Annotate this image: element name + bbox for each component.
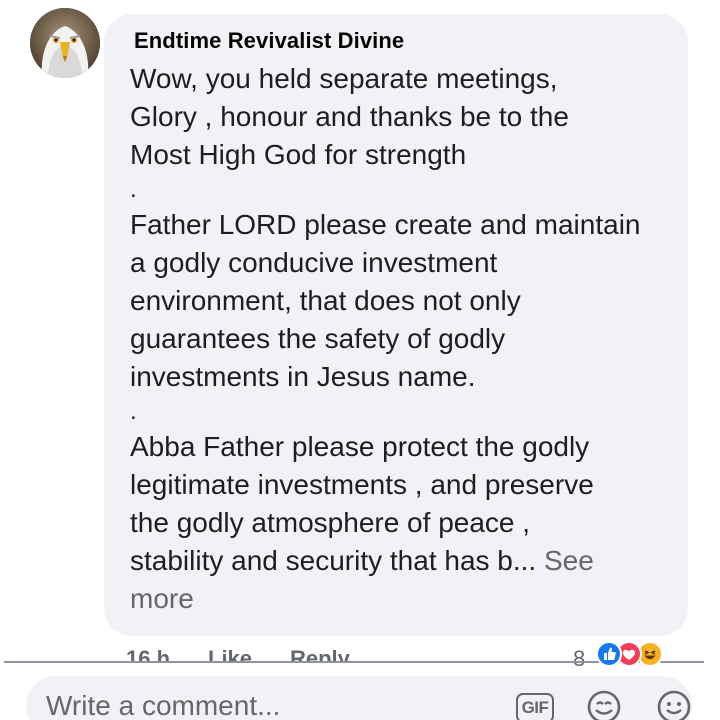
see-more-link[interactable]: See <box>544 545 594 576</box>
comment-paragraph-3: Abba Father please protect the godly leg… <box>130 428 674 618</box>
like-button[interactable]: Like <box>208 646 252 662</box>
like-reaction-icon[interactable] <box>596 641 622 667</box>
write-comment-input[interactable] <box>46 688 466 720</box>
emoji-icon[interactable] <box>656 689 692 720</box>
comment-composer: GIF <box>26 676 692 720</box>
comment-line: investments in Jesus name. <box>130 361 476 392</box>
comment-line: Glory , honour and thanks be to the <box>130 101 569 132</box>
comment-separator: . <box>130 398 137 425</box>
comment-line: Father LORD please create and maintain <box>130 209 641 240</box>
gif-icon[interactable]: GIF <box>516 693 554 720</box>
comment-line: the godly atmosphere of peace , <box>130 507 531 538</box>
comment-bubble: Endtime Revivalist Divine Wow, you held … <box>104 14 688 636</box>
see-more-link-continued[interactable]: more <box>130 580 674 618</box>
comment-line: guarantees the safety of godly <box>130 323 506 354</box>
comment-line: Wow, you held separate meetings, <box>130 63 558 94</box>
comment-separator: . <box>130 176 137 203</box>
comment-paragraph-2: Father LORD please create and maintain a… <box>130 206 674 396</box>
comment-line: legitimate investments , and preserve <box>130 469 594 500</box>
comment-line: environment, that does not only <box>130 285 521 316</box>
reply-button[interactable]: Reply <box>290 646 350 662</box>
comment-line: Most High God for strength <box>130 139 467 170</box>
comment-line: a godly conducive investment <box>130 247 498 278</box>
sticker-icon[interactable] <box>586 689 622 720</box>
comment-paragraph-1: Wow, you held separate meetings, Glory ,… <box>130 60 674 174</box>
comment-line-last: stability and security that has b... See <box>130 542 674 580</box>
eagle-avatar-icon[interactable] <box>30 8 100 78</box>
comment-author-name[interactable]: Endtime Revivalist Divine <box>134 28 674 54</box>
comment-timestamp[interactable]: 16 h <box>126 646 170 662</box>
comment-line: Abba Father please protect the godly <box>130 431 590 462</box>
comment-line-text: stability and security that has b... <box>130 545 537 576</box>
reaction-count[interactable]: 8 <box>573 646 585 672</box>
